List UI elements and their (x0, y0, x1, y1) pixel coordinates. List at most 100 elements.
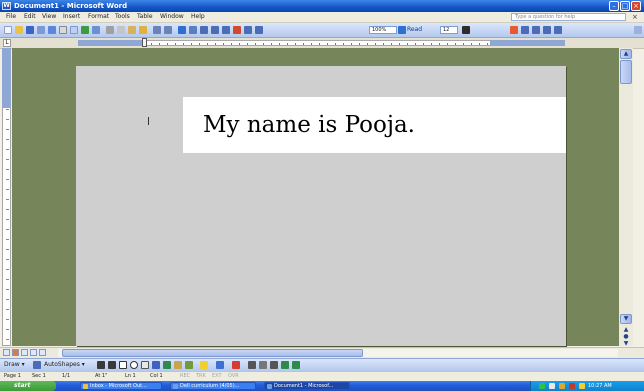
zoom-select[interactable]: 100% (369, 26, 397, 34)
line-icon[interactable] (97, 361, 105, 369)
menu-insert[interactable]: Insert (63, 13, 80, 21)
minimize-button[interactable]: – (609, 1, 619, 11)
toolbar-options-icon[interactable] (634, 26, 642, 34)
clock[interactable]: 10:27 AM (588, 382, 612, 390)
print-icon[interactable] (59, 26, 67, 34)
security-icon[interactable] (559, 383, 565, 389)
oval-icon[interactable] (130, 361, 138, 369)
autoshapes-menu[interactable]: AutoShapes ▾ (44, 361, 85, 369)
document-text[interactable]: My name is Pooja. (203, 110, 415, 140)
drawing-icon[interactable] (233, 26, 241, 34)
menu-tools[interactable]: Tools (115, 13, 130, 21)
insert-excel-icon[interactable] (211, 26, 219, 34)
align-left-icon[interactable] (510, 26, 518, 34)
save-icon[interactable] (26, 26, 34, 34)
line-color-icon[interactable] (216, 361, 224, 369)
normal-view-icon[interactable] (3, 349, 10, 356)
standard-toolbar: 100% Read 12 (0, 23, 644, 38)
vertical-scroll-thumb[interactable] (620, 60, 632, 84)
outlook-icon (83, 384, 88, 389)
print-layout-icon[interactable] (21, 349, 28, 356)
title-bar[interactable]: W Document1 - Microsoft Word – □ × (0, 0, 644, 12)
menu-format[interactable]: Format (88, 13, 109, 21)
justify-icon[interactable] (543, 26, 551, 34)
wordart-icon[interactable] (152, 361, 160, 369)
undo-icon[interactable] (153, 26, 161, 34)
redo-icon[interactable] (164, 26, 172, 34)
rectangle-icon[interactable] (119, 361, 127, 369)
taskbar-button-inbox[interactable]: Inbox - Microsoft Out... (80, 382, 162, 390)
menu-table[interactable]: Table (137, 13, 153, 21)
reading-layout-icon[interactable] (39, 349, 46, 356)
ruler-right-margin (490, 40, 565, 46)
line-style-icon[interactable] (248, 361, 256, 369)
align-right-icon[interactable] (532, 26, 540, 34)
scroll-up-icon[interactable]: ▲ (620, 49, 632, 59)
start-button[interactable]: start (0, 381, 56, 391)
arrow-style-icon[interactable] (270, 361, 278, 369)
open-folder-icon[interactable] (15, 26, 23, 34)
text-box-icon[interactable] (141, 361, 149, 369)
shadow-style-icon[interactable] (281, 361, 289, 369)
taskbar-button-document1[interactable]: Document1 - Microsof... (264, 382, 350, 390)
status-ovr[interactable]: OVR (228, 373, 239, 380)
draw-menu[interactable]: Draw ▾ (4, 361, 25, 369)
close-button[interactable]: × (631, 1, 641, 11)
permission-icon[interactable] (37, 26, 45, 34)
fill-color-icon[interactable] (200, 361, 208, 369)
select-objects-icon[interactable] (33, 361, 41, 369)
line-spacing-icon[interactable] (554, 26, 562, 34)
print-preview-icon[interactable] (70, 26, 78, 34)
taskbar-button-curriculum[interactable]: Dell curriculum (4/05)... (170, 382, 256, 390)
research-icon[interactable] (92, 26, 100, 34)
document-close-icon[interactable]: × (632, 13, 638, 21)
scroll-down-icon[interactable]: ▼ (620, 314, 632, 324)
help-search-input[interactable]: Type a question for help (511, 13, 626, 21)
spelling-icon[interactable] (81, 26, 89, 34)
copy-icon[interactable] (117, 26, 125, 34)
read-button[interactable]: Read (405, 25, 424, 35)
maximize-button[interactable]: □ (620, 1, 630, 11)
drawing-toolbar: Draw ▾ AutoShapes ▾ (0, 358, 644, 371)
tables-borders-icon[interactable] (189, 26, 197, 34)
tab-selector-icon[interactable]: L (3, 39, 11, 47)
new-document-icon[interactable] (4, 26, 12, 34)
hyperlink-icon[interactable] (178, 26, 186, 34)
columns-icon[interactable] (222, 26, 230, 34)
show-hide-icon[interactable] (255, 26, 263, 34)
menu-edit[interactable]: Edit (24, 13, 36, 21)
arrow-icon[interactable] (108, 361, 116, 369)
menu-help[interactable]: Help (191, 13, 205, 21)
indent-marker[interactable] (142, 38, 147, 47)
menu-file[interactable]: File (6, 13, 16, 21)
volume-icon[interactable] (549, 383, 555, 389)
picture-icon[interactable] (185, 361, 193, 369)
dash-style-icon[interactable] (259, 361, 267, 369)
horizontal-scroll-thumb[interactable] (62, 349, 363, 357)
bold-icon[interactable] (462, 26, 470, 34)
web-layout-icon[interactable] (12, 349, 19, 356)
font-color-icon[interactable] (232, 361, 240, 369)
clip-art-icon[interactable] (174, 361, 182, 369)
diagram-icon[interactable] (163, 361, 171, 369)
align-center-icon[interactable] (521, 26, 529, 34)
email-icon[interactable] (48, 26, 56, 34)
insert-table-icon[interactable] (200, 26, 208, 34)
status-ext[interactable]: EXT (212, 373, 222, 380)
horizontal-scrollbar[interactable] (58, 349, 618, 357)
format-painter-icon[interactable] (139, 26, 147, 34)
3d-style-icon[interactable] (292, 361, 300, 369)
document-map-icon[interactable] (244, 26, 252, 34)
cut-icon[interactable] (106, 26, 114, 34)
status-trk[interactable]: TRK (196, 373, 206, 380)
network-icon[interactable] (539, 383, 545, 389)
font-size-select[interactable]: 12 (440, 26, 458, 34)
menu-view[interactable]: View (42, 13, 56, 21)
antivirus-icon[interactable] (569, 383, 575, 389)
status-rec[interactable]: REC (180, 373, 190, 380)
vertical-scrollbar[interactable]: ▲ ▼ (619, 48, 633, 346)
outline-view-icon[interactable] (30, 349, 37, 356)
messenger-icon[interactable] (579, 383, 585, 389)
paste-icon[interactable] (128, 26, 136, 34)
menu-window[interactable]: Window (160, 13, 184, 21)
